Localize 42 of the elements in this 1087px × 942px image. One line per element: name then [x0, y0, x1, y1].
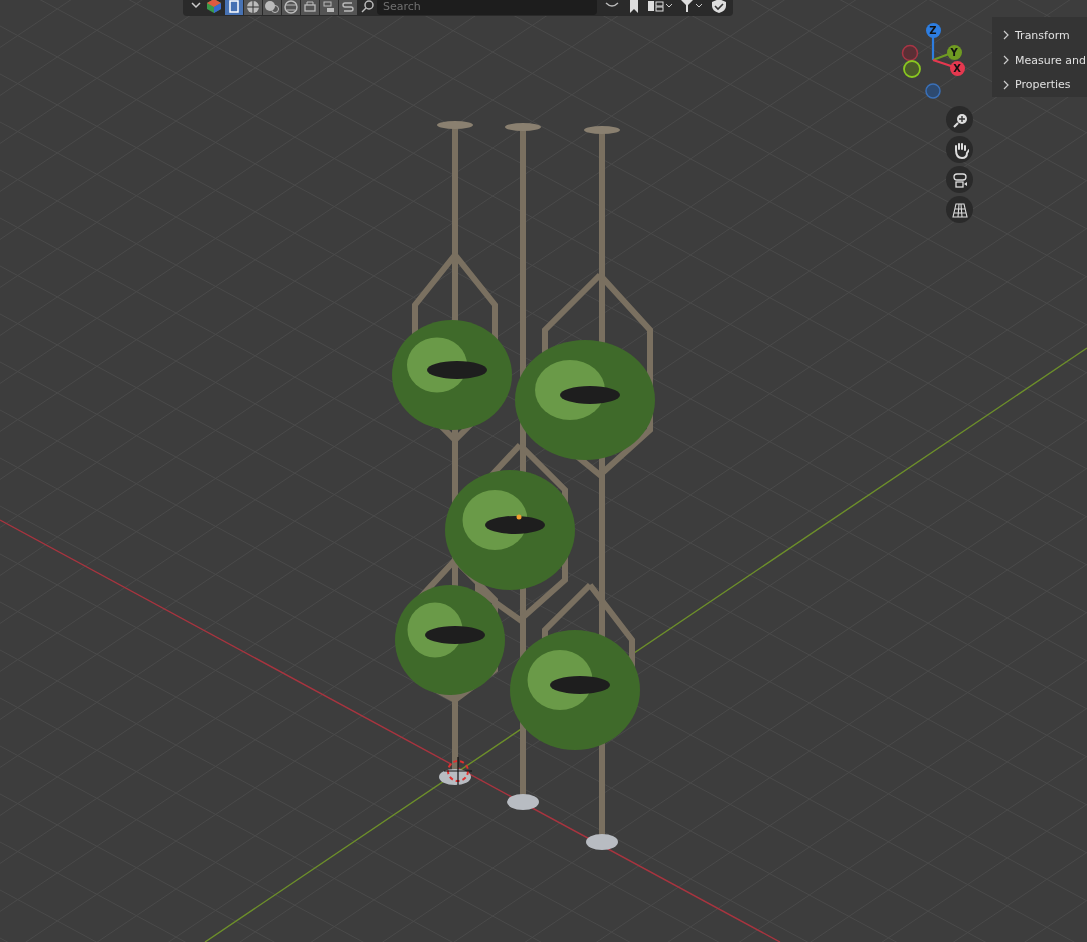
toolbox-icon: [302, 0, 318, 14]
axis-label[interactable]: X: [949, 60, 965, 76]
filter-dropdown-icon[interactable]: [679, 0, 705, 13]
hand-button[interactable]: [946, 136, 973, 163]
mode-button[interactable]: [244, 0, 262, 15]
mode-button[interactable]: [320, 0, 338, 15]
mode-button[interactable]: [263, 0, 281, 15]
grid-button[interactable]: [946, 196, 973, 223]
bookmark-icon[interactable]: [627, 0, 641, 13]
sphere-icon: [245, 0, 261, 14]
camera-button[interactable]: [946, 166, 973, 193]
mode-button[interactable]: [339, 0, 357, 15]
shield-check-icon[interactable]: [711, 0, 727, 13]
chevron-right-icon[interactable]: [1002, 79, 1010, 90]
axis-label[interactable]: Z: [925, 22, 941, 38]
color-cube-icon[interactable]: [207, 0, 221, 13]
panel-header[interactable]: Transform: [1015, 28, 1070, 42]
panel-header[interactable]: Properties: [1015, 78, 1071, 92]
chevron-right-icon[interactable]: [1002, 55, 1010, 65]
panel-header[interactable]: Measure and: [1015, 53, 1086, 67]
globe-icon: [283, 0, 299, 14]
object-icon: [226, 0, 242, 14]
zoom-button[interactable]: [946, 106, 973, 133]
axis-handle-icon[interactable]: [901, 44, 919, 62]
curve-icon: [340, 0, 356, 14]
3d-cursor-icon: [443, 756, 473, 786]
camera-icon: [950, 170, 969, 189]
search-field[interactable]: Search: [377, 0, 597, 15]
boxes-icon: [321, 0, 337, 14]
axis-label[interactable]: Y: [946, 44, 962, 60]
origin-dot-icon: [516, 514, 522, 520]
axis-handle-icon[interactable]: [903, 60, 921, 78]
mode-button[interactable]: [301, 0, 319, 15]
layout-dropdown-icon[interactable]: [647, 0, 673, 13]
chevron-right-icon[interactable]: [1002, 30, 1010, 41]
mode-button[interactable]: [225, 0, 243, 15]
bubbles-icon: [264, 0, 280, 14]
mode-button[interactable]: [282, 0, 300, 15]
search-icon: [361, 0, 375, 13]
3d-viewport[interactable]: Search Z Y X Transform Measure and Properties: [0, 0, 1087, 942]
axis-handle-icon[interactable]: [925, 83, 941, 99]
grid-icon: [950, 200, 969, 219]
